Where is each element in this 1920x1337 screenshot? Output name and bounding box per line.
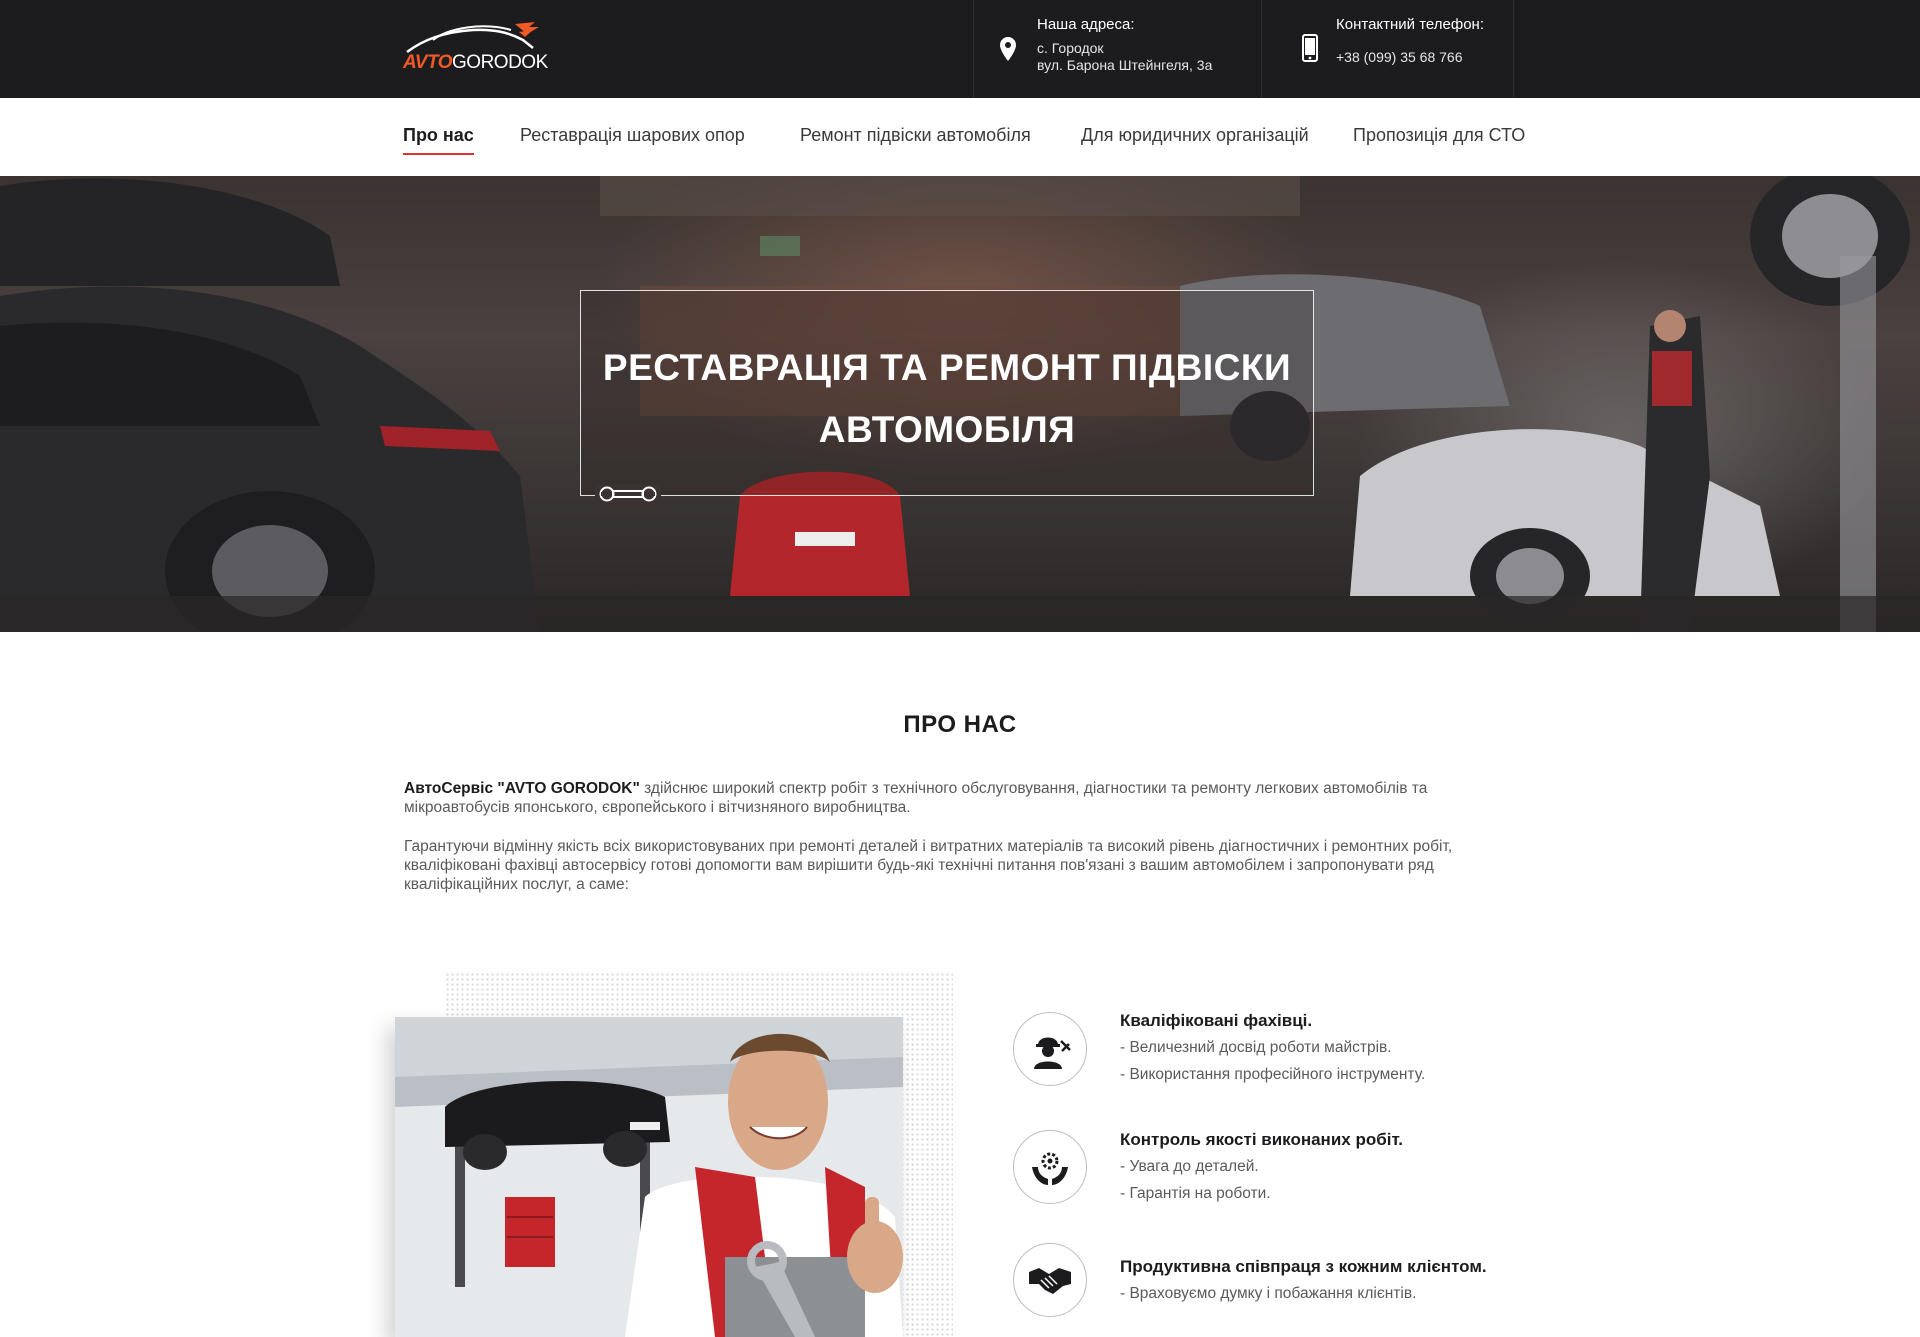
about-paragraph-2: Гарантуючи відмінну якість всіх використ…: [404, 838, 1453, 893]
hero-title-line-1: РЕСТАВРАЦІЯ ТА РЕМОНТ ПІДВІСКИ: [602, 347, 1292, 388]
address-line-1: с. Городок: [1037, 40, 1104, 56]
map-pin-icon: [1000, 37, 1016, 61]
phone-title: Контактний телефон:: [1336, 16, 1484, 33]
mechanic-icon: [1013, 1012, 1087, 1086]
logo-gorodok: GORODOK: [452, 52, 548, 73]
nav-item-ball-joint-restoration[interactable]: Реставрація шарових опор: [520, 125, 745, 146]
phone-block: Контактний телефон: +38 (099) 35 68 766: [1261, 0, 1514, 98]
nav-item-about[interactable]: Про нас: [403, 125, 474, 155]
about-company-name: АвтоСервіс "AVTO GORODOK": [404, 780, 640, 797]
logo-text: AVTOGORODOK: [403, 52, 548, 74]
feature-line: - Увага до деталей.: [1120, 1158, 1259, 1175]
mobile-phone-icon: [1302, 34, 1318, 62]
feature-line: - Використання професійного інструменту.: [1120, 1066, 1426, 1083]
feature-line: - Величезний досвід роботи майстрів.: [1120, 1039, 1392, 1056]
phone-number[interactable]: +38 (099) 35 68 766: [1336, 49, 1463, 65]
feature-title: Контроль якості виконаних робіт.: [1120, 1130, 1403, 1149]
mechanic-photo: [395, 1017, 903, 1337]
hero-title-box: РЕСТАВРАЦІЯ ТА РЕМОНТ ПІДВІСКИ АВТОМОБІЛ…: [580, 290, 1314, 509]
address-block: Наша адреса: с. Городок вул. Барона Штей…: [973, 0, 1261, 98]
address-title: Наша адреса:: [1037, 16, 1135, 33]
about-paragraph-1: АвтоСервіс "AVTO GORODOK" здійснює широк…: [404, 779, 1516, 817]
main-nav: Про нас Реставрація шарових опор Ремонт …: [0, 98, 1920, 176]
nav-item-sto-offer[interactable]: Пропозиція для СТО: [1353, 125, 1525, 146]
feature-line: - Гарантія на роботи.: [1120, 1185, 1271, 1202]
feature-line: - Враховуємо думку і побажання клієнтів.: [1120, 1285, 1417, 1302]
hero-title-line-2: АВТОМОБІЛЯ: [818, 409, 1076, 450]
top-bar: AVTOGORODOK Наша адреса: с. Городок вул.…: [0, 0, 1920, 98]
address-line-2: вул. Барона Штейнгеля, 3а: [1037, 57, 1213, 73]
logo-avto: AVTO: [403, 52, 453, 73]
quality-gear-hands-icon: [1013, 1130, 1087, 1204]
feature-title: Продуктивна співпраця з кожним клієнтом.: [1120, 1257, 1487, 1276]
hero-title: РЕСТАВРАЦІЯ ТА РЕМОНТ ПІДВІСКИ АВТОМОБІЛ…: [581, 337, 1313, 461]
handshake-icon: [1013, 1243, 1087, 1317]
about-title: ПРО НАС: [903, 711, 1017, 738]
logo[interactable]: AVTOGORODOK: [403, 18, 548, 76]
feature-title: Кваліфіковані фахівці.: [1120, 1011, 1313, 1030]
nav-item-suspension-repair[interactable]: Ремонт підвіски автомобіля: [800, 125, 1031, 146]
nav-item-legal-entities[interactable]: Для юридичних організацій: [1081, 125, 1309, 146]
hero-banner: РЕСТАВРАЦІЯ ТА РЕМОНТ ПІДВІСКИ АВТОМОБІЛ…: [0, 176, 1920, 632]
wrench-icon: [595, 484, 661, 509]
